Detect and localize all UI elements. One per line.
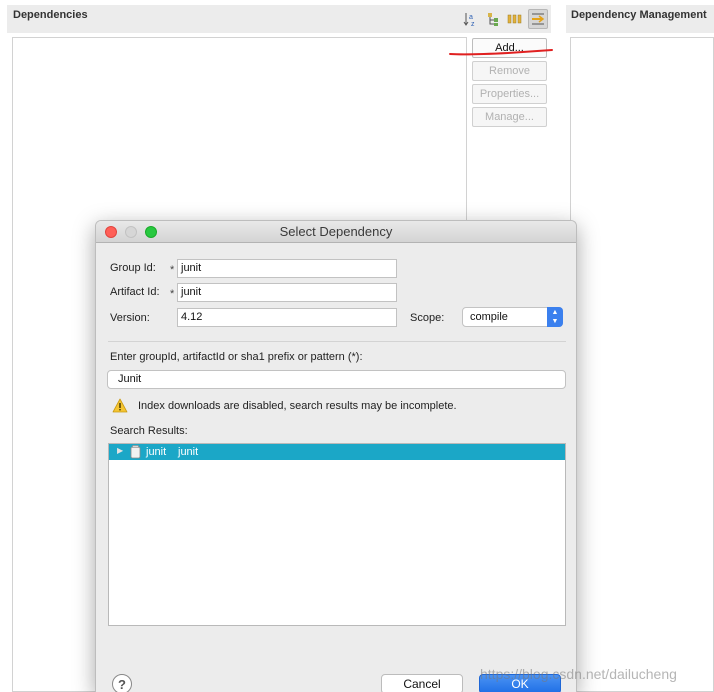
sort-alphabetically-icon[interactable]: a z: [462, 10, 480, 28]
cancel-button[interactable]: Cancel: [381, 674, 463, 692]
search-results-list[interactable]: ▶ junit junit: [108, 443, 566, 626]
group-id-label: Group Id:: [110, 262, 156, 274]
index-warning-text: Index downloads are disabled, search res…: [138, 400, 457, 412]
select-dependency-dialog: Select Dependency Group Id: * junit Arti…: [95, 220, 577, 692]
help-button[interactable]: ?: [112, 674, 132, 692]
columns-icon[interactable]: [506, 10, 524, 28]
scope-select[interactable]: compile ▲ ▼: [462, 307, 563, 327]
search-prompt-label: Enter groupId, artifactId or sha1 prefix…: [110, 351, 363, 363]
group-id-required-marker: *: [170, 264, 175, 276]
scope-select-value: compile: [470, 311, 508, 323]
dialog-separator: [108, 341, 566, 342]
search-results-label: Search Results:: [110, 425, 188, 437]
svg-text:a: a: [469, 14, 473, 21]
result-artifact-id: junit: [178, 446, 199, 458]
version-field[interactable]: 4.12: [177, 308, 397, 327]
dependencies-title: Dependencies: [13, 9, 88, 21]
red-underline-annotation: [449, 49, 553, 56]
search-input[interactable]: Junit: [107, 370, 566, 389]
hierarchy-icon[interactable]: [484, 10, 502, 28]
properties-button[interactable]: Properties...: [472, 84, 547, 104]
dialog-title: Select Dependency: [279, 224, 393, 239]
svg-text:z: z: [471, 21, 475, 27]
version-label: Version:: [110, 312, 150, 324]
manage-button[interactable]: Manage...: [472, 107, 547, 127]
search-result-row[interactable]: ▶ junit junit: [109, 444, 565, 460]
artifact-id-required-marker: *: [170, 288, 175, 300]
result-group-id: junit: [146, 446, 167, 458]
expand-arrow-icon[interactable]: ▶: [117, 446, 123, 455]
scope-label: Scope:: [410, 312, 445, 324]
artifact-id-label: Artifact Id:: [110, 286, 160, 298]
watermark-text: https://blog.csdn.net/dailucheng: [480, 666, 677, 682]
group-id-field[interactable]: junit: [177, 259, 397, 278]
dependency-management-list[interactable]: [570, 37, 714, 692]
artifact-id-field[interactable]: junit: [177, 283, 397, 302]
dependency-management-title: Dependency Management: [571, 9, 707, 21]
jar-icon: [130, 445, 141, 462]
chevron-up-down-icon: ▲ ▼: [547, 307, 563, 327]
remove-dependency-button[interactable]: Remove: [472, 61, 547, 81]
filter-toggle-icon[interactable]: [528, 9, 548, 29]
warning-icon: [112, 398, 128, 416]
